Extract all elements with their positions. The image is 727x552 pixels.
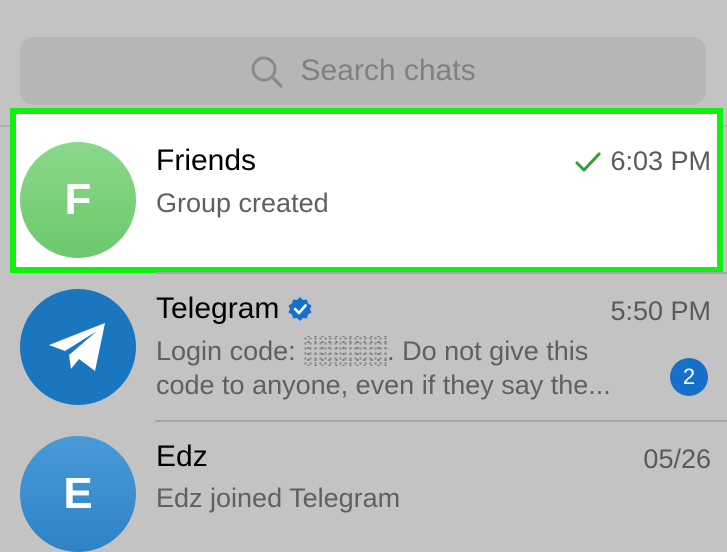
chat-preview: Edz joined Telegram bbox=[156, 481, 400, 515]
chat-time-text: 6:03 PM bbox=[610, 146, 711, 176]
chat-time: 05/26 bbox=[643, 444, 711, 475]
chat-time-text: 5:50 PM bbox=[610, 296, 711, 326]
chat-name: Friends bbox=[156, 144, 256, 178]
paper-plane-icon bbox=[49, 323, 105, 371]
search-icon bbox=[251, 56, 284, 88]
avatar bbox=[20, 289, 136, 405]
search-bar[interactable]: Search chats bbox=[20, 37, 706, 105]
chat-preview-text: Edz joined Telegram bbox=[156, 483, 401, 513]
chat-preview-text: Login code: bbox=[156, 336, 304, 366]
chat-time: 6:03 PM bbox=[574, 146, 711, 177]
chat-name-text: Friends bbox=[156, 144, 257, 177]
avatar-letter: E bbox=[63, 469, 93, 518]
chat-time: 5:50 PM bbox=[610, 296, 711, 327]
chat-name-text: Telegram bbox=[156, 292, 280, 325]
avatar-letter: F bbox=[64, 175, 92, 224]
chat-name: Edz bbox=[156, 440, 208, 474]
chat-name: Telegram bbox=[156, 292, 313, 326]
unread-badge: 2 bbox=[670, 358, 708, 396]
redacted-code bbox=[303, 336, 388, 366]
chat-preview-text: code to anyone, even if they say the... bbox=[156, 370, 611, 400]
chat-time-text: 05/26 bbox=[643, 444, 711, 474]
divider bbox=[155, 272, 727, 274]
chat-preview-text: Group created bbox=[156, 188, 329, 218]
verified-badge-icon bbox=[288, 297, 312, 321]
chat-name-text: Edz bbox=[156, 440, 208, 473]
chat-preview: Login code: . Do not give this code to a… bbox=[156, 334, 666, 402]
divider bbox=[155, 420, 727, 422]
chat-preview-text: . Do not give this bbox=[387, 336, 589, 366]
search-placeholder: Search chats bbox=[300, 54, 476, 87]
avatar: F bbox=[20, 142, 136, 258]
check-icon bbox=[575, 152, 601, 171]
chat-preview: Group created bbox=[156, 186, 329, 220]
avatar: E bbox=[20, 436, 136, 552]
